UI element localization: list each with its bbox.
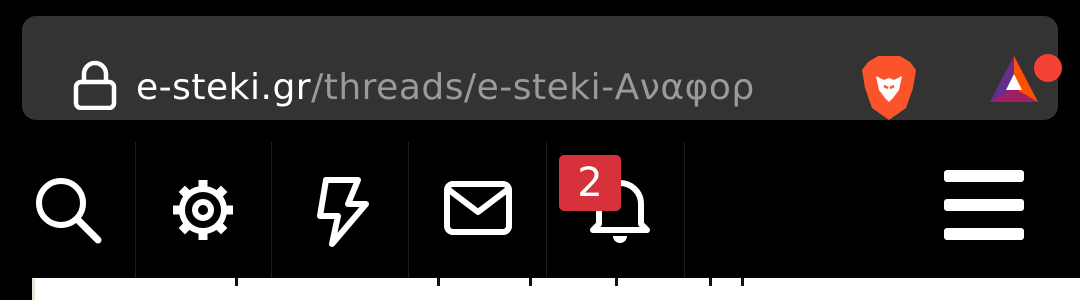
url-host: e-steki.gr [136, 67, 312, 108]
content-edge [437, 278, 440, 286]
hamburger-icon [944, 170, 1024, 240]
url-text[interactable]: e-steki.gr/threads/e-steki-Αναφορ [136, 62, 828, 114]
search-button[interactable] [0, 142, 132, 278]
lock-icon[interactable] [72, 60, 118, 110]
alerts-count-badge[interactable]: 2 [559, 155, 621, 211]
bat-rewards-icon[interactable] [984, 50, 1064, 116]
brave-lion-icon[interactable] [858, 54, 920, 122]
lightning-icon [317, 177, 369, 247]
content-edge [709, 278, 712, 286]
settings-button[interactable] [136, 142, 268, 278]
menu-button[interactable] [930, 142, 1080, 278]
messages-button[interactable] [409, 142, 541, 278]
url-path: /threads/e-steki-Αναφορ [311, 67, 755, 108]
content-edge [529, 278, 532, 286]
page-content [32, 278, 1080, 300]
content-edge [235, 278, 238, 286]
content-edge [615, 278, 618, 286]
site-nav-bar [0, 142, 1080, 278]
nav-divider [684, 142, 685, 278]
content-edge [741, 278, 744, 286]
gear-icon [173, 180, 233, 240]
browser-url-bar[interactable]: e-steki.gr/threads/e-steki-Αναφορ [22, 16, 1062, 122]
envelope-icon [444, 181, 512, 235]
search-icon [36, 178, 102, 244]
whats-new-button[interactable] [272, 142, 404, 278]
